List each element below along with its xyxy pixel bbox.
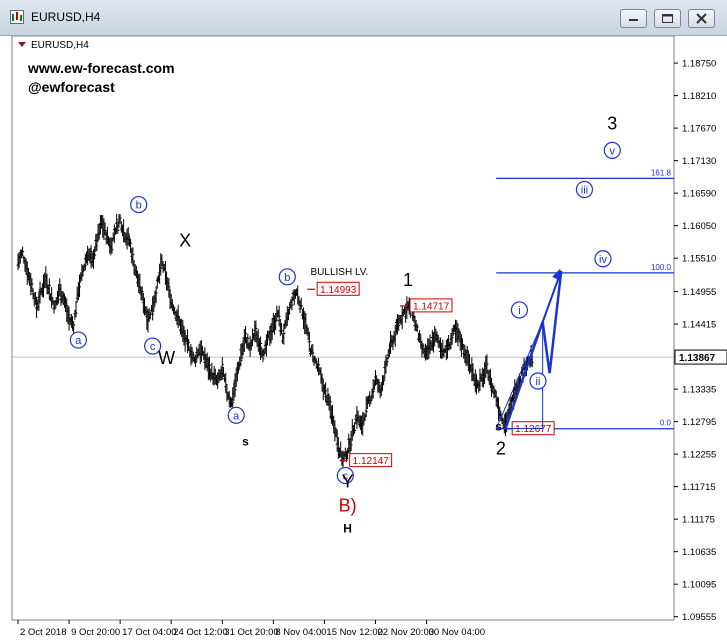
x-axis: 2 Oct 2018 9 Oct 20:00 17 Oct 04:0024 Oct … (17, 620, 486, 638)
x-tick-label: 15 Nov 12:00 (326, 627, 383, 638)
x-tick-label: 8 Nov 04:00 (275, 627, 326, 638)
x-tick-label: 30 Nov 04:00 (429, 627, 486, 638)
chart-app-icon (10, 10, 24, 24)
wave-degree-label: 2 (496, 438, 506, 458)
x-tick-label: 24 Oct 12:00 (173, 627, 227, 638)
y-tick-label: 1.09555 (682, 612, 716, 623)
close-button[interactable] (688, 9, 715, 28)
wave-circle-label: ii (536, 376, 541, 388)
bullish-level-label: BULLISH LV. (311, 267, 369, 278)
wave-small-label: s (495, 419, 502, 433)
window-titlebar[interactable]: EURUSD,H4 (0, 0, 727, 36)
symbol-label: EURUSD,H4 (31, 40, 89, 51)
y-tick-label: 1.18750 (682, 59, 716, 70)
price-chart[interactable]: 161.8 100.0 0.0 1.14993 1.14717 1.12677 1.121… (0, 36, 727, 644)
wave-circle-label: a (75, 335, 82, 347)
y-tick-label: 1.12255 (682, 450, 716, 461)
y-tick-label: 1.11715 (682, 482, 716, 493)
chart-window: EURUSD,H4 161.8 100.0 0.0 1.14993 1.14717 1.… (0, 0, 727, 644)
y-tick-label: 1.16590 (682, 189, 716, 200)
wave-circle-label: b (136, 200, 142, 212)
wave-circle-label: c (150, 341, 156, 353)
x-tick-label: 2 Oct 2018 (20, 627, 66, 638)
maximize-icon (662, 14, 673, 23)
wave-degree-label: Y (342, 472, 354, 492)
fib-level-label: 0.0 (660, 419, 672, 428)
y-tick-label: 1.15510 (682, 254, 716, 265)
wave-degree-label: X (179, 231, 191, 251)
x-tick-label: 22 Nov 20:00 (378, 627, 435, 638)
y-axis: 1.18750 1.18210 1.17670 1.17130 1.16590 1.160… (674, 59, 727, 623)
y-tick-label: 1.13335 (682, 385, 716, 396)
wave-circle-label: iii (581, 185, 588, 197)
minimize-button[interactable] (620, 9, 647, 28)
price-marker-label: 1.12147 (353, 456, 390, 467)
x-tick-label: 31 Oct 20:00 (224, 627, 278, 638)
close-icon (696, 13, 707, 24)
wave-circle-label: v (610, 145, 616, 157)
y-tick-label: 1.14415 (682, 320, 716, 331)
wave-small-label: s (242, 434, 249, 448)
current-price-label: 1.13867 (679, 353, 716, 364)
wave-degree-label: 3 (607, 113, 617, 133)
wave-red-label: B) (339, 496, 357, 516)
price-marker-label: 1.12677 (515, 424, 552, 435)
maximize-button[interactable] (654, 9, 681, 28)
y-tick-label: 1.10635 (682, 547, 716, 558)
wave-circle-label: iv (599, 254, 607, 266)
fib-level-label: 100.0 (651, 263, 672, 272)
y-tick-label: 1.17130 (682, 156, 716, 167)
price-marker-label: 1.14717 (413, 301, 450, 312)
wave-circle-label: a (233, 410, 240, 422)
y-tick-label: 1.18210 (682, 91, 716, 102)
wave-degree-label: 1 (403, 270, 413, 290)
window-title: EURUSD,H4 (31, 10, 101, 24)
watermark-site: www.ew-forecast.com (27, 60, 175, 76)
wave-circle-label: i (518, 305, 520, 317)
y-tick-label: 1.11175 (682, 515, 715, 526)
watermark-handle: @ewforecast (28, 79, 115, 95)
y-tick-label: 1.17670 (682, 124, 716, 135)
y-tick-label: 1.10095 (682, 580, 716, 591)
minimize-icon (629, 19, 638, 21)
y-tick-label: 1.14955 (682, 287, 716, 298)
price-marker-label: 1.14993 (320, 285, 357, 296)
wave-degree-label: W (158, 348, 175, 368)
y-tick-label: 1.16050 (682, 221, 716, 232)
wave-circle-label: b (284, 272, 290, 284)
x-tick-label: 9 Oct 20:00 (71, 627, 120, 638)
y-tick-label: 1.12795 (682, 417, 716, 428)
x-tick-label: 17 Oct 04:00 (122, 627, 176, 638)
wave-small-label: H (343, 522, 352, 536)
fib-level-label: 161.8 (651, 168, 672, 177)
